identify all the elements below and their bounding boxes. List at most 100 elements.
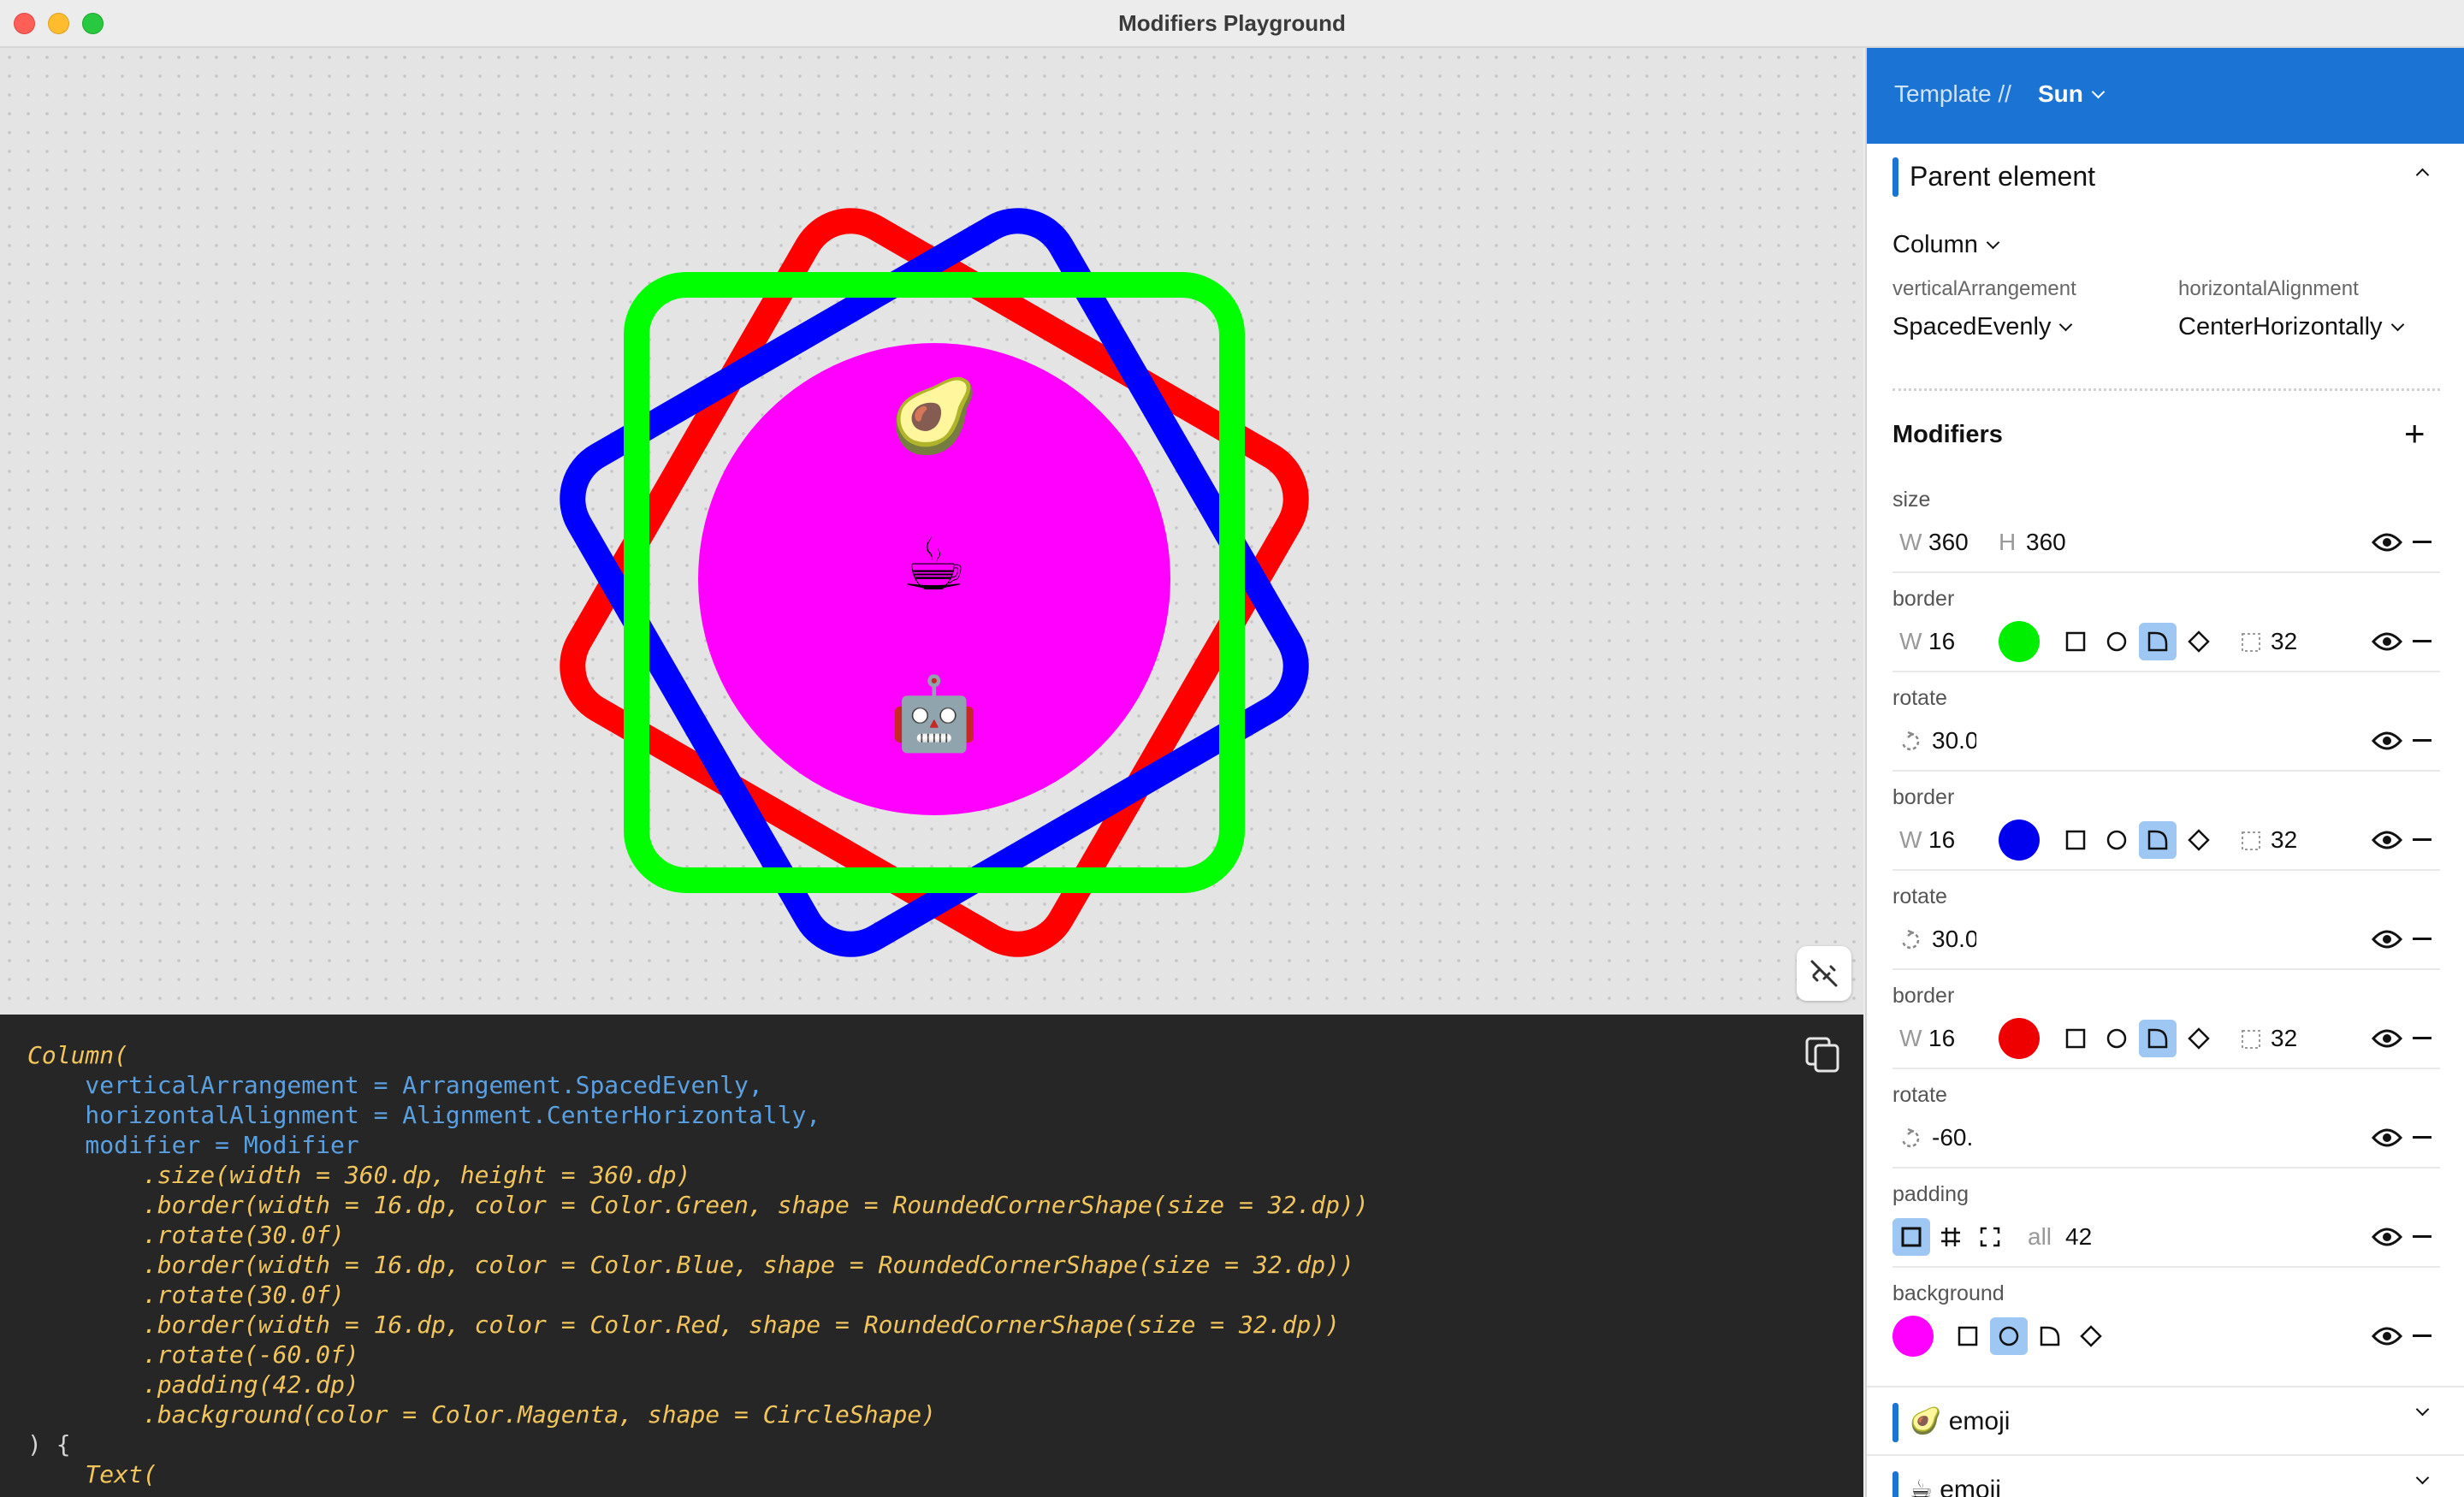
- remove-modifier-button[interactable]: [2413, 541, 2431, 543]
- rounded-shape-button[interactable]: [2139, 1020, 2177, 1057]
- rounded-corner-icon: [2147, 830, 2168, 850]
- width-input[interactable]: 16: [1928, 826, 1955, 854]
- rectangle-shape-button[interactable]: [1949, 1317, 1987, 1355]
- visibility-toggle-icon[interactable]: [2372, 830, 2402, 850]
- width-input[interactable]: 16: [1928, 628, 1955, 655]
- horizontal-alignment-dropdown[interactable]: CenterHorizontally: [2178, 313, 2404, 341]
- remove-modifier-button[interactable]: [2413, 1136, 2431, 1139]
- remove-modifier-button[interactable]: [2413, 739, 2431, 742]
- cut-corner-shape-button[interactable]: [2180, 623, 2218, 660]
- modifier-label: padding: [1892, 1182, 1969, 1206]
- copy-code-button[interactable]: [1804, 1035, 1843, 1074]
- color-swatch[interactable]: [1999, 1018, 2040, 1059]
- rotate-icon: [1901, 929, 1920, 950]
- circle-shape-button[interactable]: [2098, 1020, 2135, 1057]
- width-label: W: [1899, 628, 1922, 654]
- square-icon: [2065, 631, 2086, 652]
- unlink-icon: [1810, 960, 1838, 987]
- parent-element-value: Column: [1892, 231, 1978, 258]
- rectangle-shape-button[interactable]: [2057, 623, 2094, 660]
- chevron-down-icon: [2390, 317, 2404, 332]
- corner-radius-input[interactable]: 32: [2271, 628, 2297, 655]
- modifier-rotate: rotate 30.0: [1892, 869, 2440, 970]
- rotate-icon: [1901, 731, 1920, 751]
- code-panel: Column( verticalArrangement = Arrangemen…: [0, 1015, 1863, 1497]
- remove-modifier-button[interactable]: [2413, 1235, 2431, 1238]
- remove-modifier-button[interactable]: [2413, 640, 2431, 642]
- visibility-toggle-icon[interactable]: [2372, 532, 2402, 553]
- modifier-label: border: [1892, 587, 1955, 611]
- visibility-toggle-icon[interactable]: [2372, 1028, 2402, 1049]
- code-line: Column(: [27, 1041, 129, 1069]
- child-emoji: ☕: [1910, 1476, 1933, 1497]
- child-element-section[interactable]: ☕ emoji: [1867, 1454, 2464, 1497]
- padding-all-button[interactable]: [1892, 1218, 1930, 1256]
- remove-modifier-button[interactable]: [2413, 838, 2431, 841]
- padding-sides-icon: [1980, 1227, 2000, 1247]
- circle-shape-button[interactable]: [2098, 821, 2135, 859]
- chevron-down-icon: [2415, 1402, 2430, 1417]
- padding-axis-button[interactable]: [1932, 1218, 1969, 1256]
- cut-corner-shape-button[interactable]: [2180, 821, 2218, 859]
- rotation-input[interactable]: -60.: [1932, 1124, 1983, 1151]
- visibility-toggle-icon[interactable]: [2372, 1326, 2402, 1346]
- expand-child-button[interactable]: [2408, 1402, 2430, 1430]
- modifier-background: background: [1892, 1266, 2440, 1365]
- modifier-label: size: [1892, 488, 1931, 512]
- modifier-label: rotate: [1892, 686, 1947, 710]
- square-icon: [2065, 830, 2086, 850]
- vertical-arrangement-dropdown[interactable]: SpacedEvenly: [1892, 313, 2073, 341]
- corner-radius-input[interactable]: 32: [2271, 1025, 2297, 1052]
- visibility-toggle-icon[interactable]: [2372, 631, 2402, 652]
- circle-shape-button[interactable]: [2098, 623, 2135, 660]
- corner-radius-icon: [2242, 831, 2260, 850]
- code-line: .size(width = 360.dp, height = 360.dp): [27, 1161, 691, 1189]
- collapse-parent-button[interactable]: [2408, 166, 2430, 188]
- diamond-icon: [2188, 630, 2210, 653]
- rounded-corner-icon: [2147, 1028, 2168, 1049]
- width-input[interactable]: 360: [1928, 529, 1969, 556]
- template-dropdown[interactable]: Sun: [2038, 80, 2106, 108]
- rounded-shape-button[interactable]: [2139, 623, 2177, 660]
- width-input[interactable]: 16: [1928, 1025, 1955, 1052]
- template-header: Template // Sun: [1867, 48, 2464, 144]
- child-element-section[interactable]: 🥑 emoji: [1867, 1386, 2464, 1456]
- rectangle-shape-button[interactable]: [2057, 1020, 2094, 1057]
- color-swatch[interactable]: [1999, 820, 2040, 861]
- visibility-toggle-icon[interactable]: [2372, 929, 2402, 950]
- add-modifier-button[interactable]: +: [2404, 416, 2426, 452]
- horizontal-alignment-label: horizontalAlignment: [2178, 277, 2359, 300]
- cut-corner-shape-button[interactable]: [2072, 1317, 2110, 1355]
- chevron-down-icon: [2091, 85, 2106, 99]
- rotation-input[interactable]: 30.0: [1932, 926, 1976, 953]
- padding-input[interactable]: 42: [2065, 1223, 2092, 1251]
- remove-modifier-button[interactable]: [2413, 938, 2431, 940]
- color-swatch[interactable]: [1892, 1316, 1934, 1357]
- modifier-label: border: [1892, 984, 1955, 1008]
- expand-child-button[interactable]: [2408, 1470, 2430, 1497]
- remove-modifier-button[interactable]: [2413, 1334, 2431, 1337]
- visibility-toggle-icon[interactable]: [2372, 1127, 2402, 1148]
- window-title-bar: Modifiers Playground: [0, 0, 2464, 48]
- emoji-coffee: ☕: [902, 523, 967, 606]
- height-input[interactable]: 360: [2026, 529, 2066, 556]
- color-swatch[interactable]: [1999, 621, 2040, 662]
- visibility-toggle-icon[interactable]: [2372, 731, 2402, 751]
- section-accent-bar: [1892, 157, 1898, 197]
- circle-shape-button[interactable]: [1990, 1317, 2028, 1355]
- rectangle-shape-button[interactable]: [2057, 821, 2094, 859]
- rotation-input[interactable]: 30.0: [1932, 727, 1976, 754]
- padding-axis-icon: [1941, 1228, 1960, 1246]
- corner-radius-input[interactable]: 32: [2271, 826, 2297, 854]
- rounded-shape-button[interactable]: [2139, 821, 2177, 859]
- modifier-label: rotate: [1892, 885, 1947, 908]
- cut-corner-shape-button[interactable]: [2180, 1020, 2218, 1057]
- corner-radius-icon: [2242, 633, 2260, 652]
- rounded-shape-button[interactable]: [2031, 1317, 2069, 1355]
- parent-element-dropdown[interactable]: Column: [1892, 231, 2000, 259]
- visibility-toggle-icon[interactable]: [2372, 1227, 2402, 1247]
- unlink-button[interactable]: [1797, 946, 1851, 1001]
- code-line: .rotate(-60.0f): [27, 1340, 359, 1369]
- remove-modifier-button[interactable]: [2413, 1037, 2431, 1039]
- padding-sides-button[interactable]: [1971, 1218, 2009, 1256]
